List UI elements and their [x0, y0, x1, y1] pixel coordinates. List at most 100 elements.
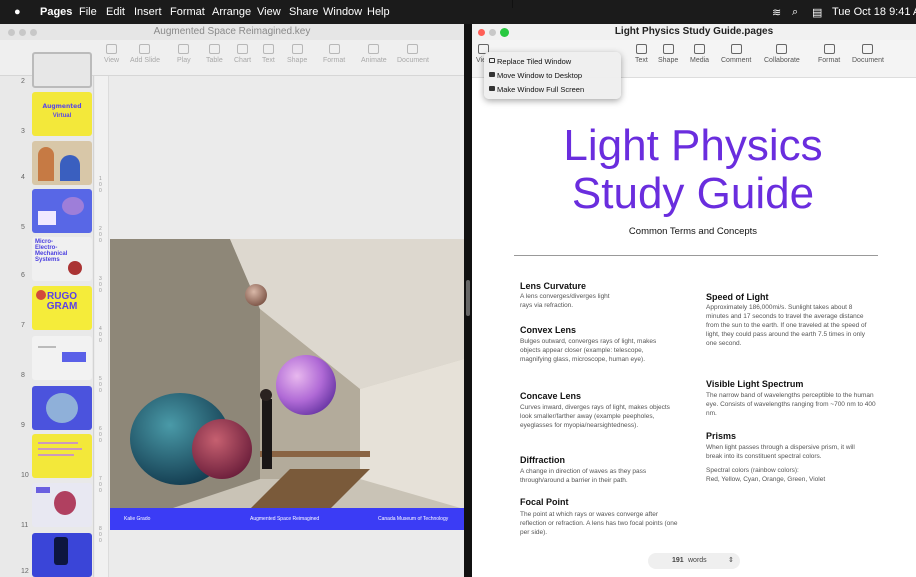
split-view-handle[interactable]	[466, 280, 470, 316]
slide-thumb-8[interactable]	[32, 336, 92, 380]
menu-help[interactable]: Help	[367, 6, 390, 18]
term-heading[interactable]: Focal Point	[520, 497, 569, 507]
animate-icon	[368, 44, 380, 54]
menu-insert[interactable]: Insert	[134, 6, 162, 18]
app-menu[interactable]: Pages	[40, 6, 72, 18]
slide-thumb-2[interactable]	[32, 52, 92, 88]
minimize-button[interactable]	[19, 29, 26, 36]
spectral-colors-label[interactable]: Spectral colors (rainbow colors):	[706, 466, 876, 475]
spectral-colors-list[interactable]: Red, Yellow, Cyan, Orange, Green, Violet	[706, 475, 876, 484]
slide-thumb-6[interactable]: Micro-Electro-Mechanical Systems	[32, 237, 92, 281]
minimize-button[interactable]	[489, 29, 496, 36]
menu-share[interactable]: Share	[289, 6, 318, 18]
toolbar-media[interactable]: Media	[690, 44, 709, 64]
toolbar-play[interactable]: Play	[177, 44, 191, 64]
slide-thumb-9[interactable]	[32, 386, 92, 430]
toolbar-add-slide[interactable]: Add Slide	[130, 44, 160, 64]
term-body[interactable]: Approximately 186,000mi/s. Sunlight take…	[706, 303, 876, 348]
collaborate-icon	[776, 44, 788, 54]
slide-number: 6	[21, 272, 25, 279]
term-heading[interactable]: Diffraction	[520, 455, 565, 465]
document-icon	[862, 44, 874, 54]
search-icon[interactable]: ⌕	[792, 6, 798, 19]
doc-title-line1[interactable]: Light Physics	[482, 122, 904, 170]
pages-window: Light Physics Study Guide.pages View Tex…	[472, 24, 916, 577]
wifi-icon[interactable]: ≋	[772, 6, 781, 19]
term-body[interactable]: When light passes through a dispersive p…	[706, 443, 872, 461]
toolbar-shape[interactable]: Shape	[658, 44, 678, 64]
term-body[interactable]: Bulges outward, converges rays of light,…	[520, 337, 675, 364]
toolbar-collaborate[interactable]: Collaborate	[764, 44, 800, 64]
slide-thumb-12[interactable]	[32, 533, 92, 577]
menu-format[interactable]: Format	[170, 6, 205, 18]
term-heading[interactable]: Speed of Light	[706, 292, 769, 302]
term-heading[interactable]: Lens Curvature	[520, 281, 586, 291]
slide-thumb-3[interactable]: Augmented Virtual	[32, 92, 92, 136]
doc-title-line2[interactable]: Study Guide	[482, 170, 904, 218]
close-button[interactable]	[8, 29, 15, 36]
window-tile-menu: Replace Tiled Window Move Window to Desk…	[484, 52, 621, 99]
toolbar-text[interactable]: Text	[262, 44, 275, 64]
term-body[interactable]: A lens converges/diverges light rays via…	[520, 292, 620, 310]
toolbar-view[interactable]: View	[104, 44, 119, 64]
slide-number: 11	[21, 522, 29, 529]
menu-item-move-to-desktop[interactable]: Move Window to Desktop	[497, 71, 582, 80]
apple-icon[interactable]: ●	[14, 6, 21, 18]
clock[interactable]: Tue Oct 18 9:41 AM	[832, 6, 916, 18]
slide-thumb-10[interactable]	[32, 434, 92, 478]
toolbar-animate[interactable]: Animate	[361, 44, 387, 64]
slide-number: 8	[21, 372, 25, 379]
menu-view[interactable]: View	[257, 6, 281, 18]
chart-icon	[237, 44, 249, 54]
toolbar-comment[interactable]: Comment	[721, 44, 751, 64]
thumb-text: Micro-Electro-Mechanical Systems	[35, 239, 68, 263]
term-body[interactable]: The narrow band of wavelengths perceptib…	[706, 391, 876, 418]
doc-subtitle[interactable]: Common Terms and Concepts	[482, 226, 904, 237]
slide-number: 3	[21, 128, 25, 135]
slide-thumb-7[interactable]: RUGO GRAM	[32, 286, 92, 330]
toolbar-format[interactable]: Format	[818, 44, 840, 64]
right-window-title: Light Physics Study Guide.pages	[614, 26, 774, 37]
slide-artwork	[110, 239, 464, 529]
term-body[interactable]: The point at which rays or waves converg…	[520, 510, 680, 537]
toolbar-shape[interactable]: Shape	[287, 44, 307, 64]
toolbar-document[interactable]: Document	[852, 44, 884, 64]
menu-arrange[interactable]: Arrange	[212, 6, 251, 18]
menu-window[interactable]: Window	[323, 6, 362, 18]
toolbar-document[interactable]: Document	[397, 44, 429, 64]
menu-item-replace-tiled-window[interactable]: Replace Tiled Window	[497, 57, 571, 66]
close-button[interactable]	[478, 29, 485, 36]
left-window-title: Augmented Space Reimagined.key	[153, 26, 311, 37]
stepper-arrows-icon: ⇕	[728, 557, 734, 564]
term-heading[interactable]: Convex Lens	[520, 325, 576, 335]
slide-thumb-11[interactable]	[32, 483, 92, 527]
footer-presenter: Kalie Grado	[124, 516, 151, 522]
slide-thumb-4[interactable]	[32, 141, 92, 185]
term-heading[interactable]: Prisms	[706, 431, 736, 441]
control-center-icon[interactable]: ▤	[812, 6, 822, 19]
current-slide[interactable]	[110, 239, 464, 529]
slide-number: 10	[21, 472, 29, 479]
term-heading[interactable]: Concave Lens	[520, 391, 581, 401]
slide-thumb-5[interactable]	[32, 189, 92, 233]
term-heading[interactable]: Visible Light Spectrum	[706, 379, 803, 389]
menu-item-full-screen[interactable]: Make Window Full Screen	[497, 85, 584, 94]
toolbar-format[interactable]: Format	[323, 44, 345, 64]
thumb-text: Augmented	[42, 103, 82, 110]
term-body[interactable]: A change in direction of waves as they p…	[520, 467, 680, 485]
zoom-button[interactable]	[500, 28, 509, 37]
term-body[interactable]: Curves inward, diverges rays of light, m…	[520, 403, 675, 430]
document-page[interactable]: Light Physics Study Guide Common Terms a…	[482, 78, 904, 577]
add-slide-icon	[139, 44, 151, 54]
slide-canvas[interactable]: Kalie Grado Augmented Space Reimagined C…	[110, 76, 464, 577]
menu-file[interactable]: File	[79, 6, 97, 18]
toolbar-chart[interactable]: Chart	[234, 44, 251, 64]
toolbar-text[interactable]: Text	[635, 44, 648, 64]
word-count-control[interactable]: 191 words ⇕	[648, 553, 740, 569]
view-icon	[106, 44, 118, 54]
vertical-ruler: 100 200 300 400 500 600 700 800	[95, 76, 109, 577]
slide-navigator: 2 Augmented Virtual 3 4 5 Micro-Electro-…	[0, 52, 94, 577]
toolbar-table[interactable]: Table	[206, 44, 223, 64]
zoom-button[interactable]	[30, 29, 37, 36]
menu-edit[interactable]: Edit	[106, 6, 125, 18]
